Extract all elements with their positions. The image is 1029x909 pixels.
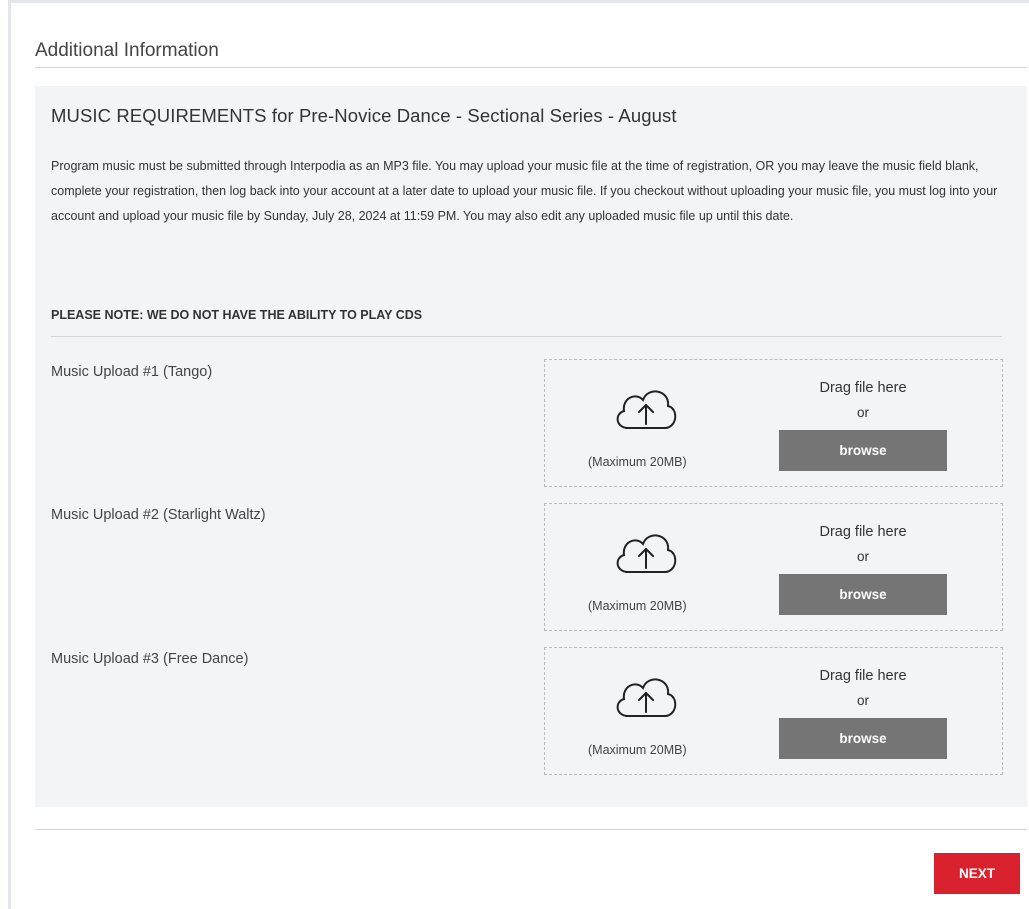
requirements-text: Program music must be submitted through … xyxy=(51,159,998,223)
browse-button-free-dance[interactable]: browse xyxy=(779,718,947,759)
browse-button-starlight-waltz[interactable]: browse xyxy=(779,574,947,615)
or-text: or xyxy=(856,693,869,708)
browse-button-tango[interactable]: browse xyxy=(779,430,947,471)
footer-divider xyxy=(35,829,1027,830)
drag-file-text: Drag file here xyxy=(819,380,907,396)
cloud-upload-icon xyxy=(616,534,677,573)
or-text: or xyxy=(856,405,869,420)
upload-label-starlight-waltz: Music Upload #2 (Starlight Waltz) xyxy=(51,507,266,523)
cloud-upload-icon xyxy=(616,678,677,717)
cloud-upload-icon xyxy=(616,390,677,429)
drag-file-text: Drag file here xyxy=(819,524,907,540)
section-title: Additional Information xyxy=(35,40,219,61)
dropzone-tango[interactable]: (Maximum 20MB) Drag file here or browse xyxy=(544,359,1003,487)
upload-label-free-dance: Music Upload #3 (Free Dance) xyxy=(51,651,249,667)
drag-file-text: Drag file here xyxy=(819,668,907,684)
title-divider xyxy=(35,67,1027,68)
max-size-text: (Maximum 20MB) xyxy=(588,455,687,469)
dropzone-starlight-waltz[interactable]: (Maximum 20MB) Drag file here or browse xyxy=(544,503,1003,631)
note-divider xyxy=(51,336,1002,337)
form-frame: Additional Information MUSIC REQUIREMENT… xyxy=(8,0,1029,909)
max-size-text: (Maximum 20MB) xyxy=(588,599,687,613)
max-size-text: (Maximum 20MB) xyxy=(588,743,687,757)
music-requirements-panel: MUSIC REQUIREMENTS for Pre-Novice Dance … xyxy=(35,86,1027,807)
next-button[interactable]: NEXT xyxy=(934,853,1020,894)
dropzone-free-dance[interactable]: (Maximum 20MB) Drag file here or browse xyxy=(544,647,1003,775)
or-text: or xyxy=(856,549,869,564)
upload-label-tango: Music Upload #1 (Tango) xyxy=(51,364,213,380)
cd-note: PLEASE NOTE: WE DO NOT HAVE THE ABILITY … xyxy=(51,308,423,322)
requirements-heading: MUSIC REQUIREMENTS for Pre-Novice Dance … xyxy=(51,105,677,126)
